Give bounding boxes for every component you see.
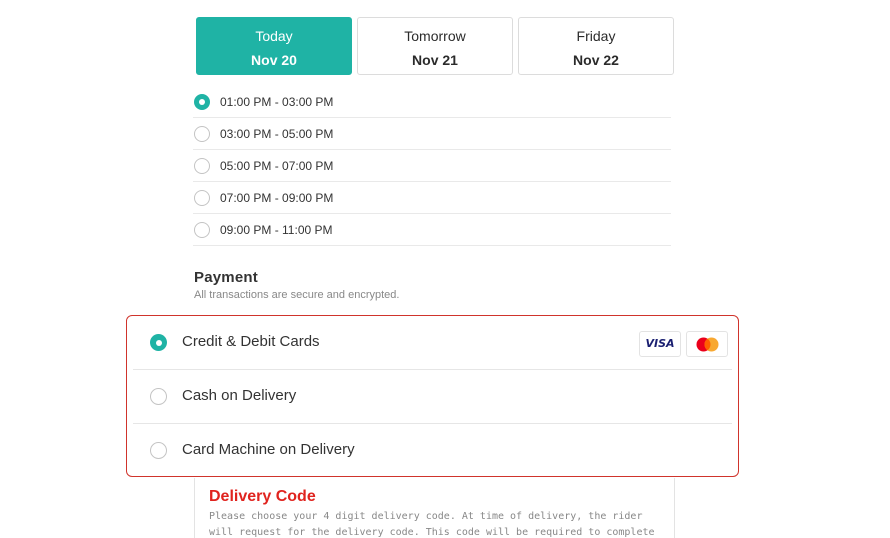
time-slot-option[interactable]: 05:00 PM - 07:00 PM — [193, 150, 671, 182]
radio-unselected-icon[interactable] — [194, 190, 210, 206]
delivery-code-section: Delivery Code Please choose your 4 digit… — [194, 478, 675, 538]
payment-heading: Payment — [194, 269, 258, 286]
radio-unselected-icon[interactable] — [194, 222, 210, 238]
time-slot-label: 03:00 PM - 05:00 PM — [220, 127, 334, 141]
time-slot-label: 09:00 PM - 11:00 PM — [220, 223, 333, 237]
radio-selected-icon[interactable] — [150, 334, 167, 351]
visa-logo-icon: VISA — [639, 331, 681, 357]
delivery-code-description: Please choose your 4 digit delivery code… — [209, 511, 655, 538]
day-name: Tomorrow — [404, 28, 466, 44]
payment-option-cash[interactable]: Cash on Delivery — [133, 370, 732, 424]
time-slot-label: 01:00 PM - 03:00 PM — [220, 95, 334, 109]
time-slot-option[interactable]: 07:00 PM - 09:00 PM — [193, 182, 671, 214]
radio-selected-icon[interactable] — [194, 94, 210, 110]
time-slot-option[interactable]: 09:00 PM - 11:00 PM — [193, 214, 671, 246]
payment-option-label: Card Machine on Delivery — [182, 441, 355, 458]
payment-option-cards[interactable]: Credit & Debit Cards VISA — [133, 316, 732, 370]
time-slot-label: 05:00 PM - 07:00 PM — [220, 159, 334, 173]
day-date: Nov 21 — [412, 52, 458, 68]
radio-unselected-icon[interactable] — [194, 158, 210, 174]
time-slot-option[interactable]: 01:00 PM - 03:00 PM — [193, 86, 671, 118]
radio-unselected-icon[interactable] — [194, 126, 210, 142]
day-tab-today[interactable]: Today Nov 20 — [196, 17, 352, 75]
payment-subtitle: All transactions are secure and encrypte… — [194, 289, 400, 301]
time-slot-option[interactable]: 03:00 PM - 05:00 PM — [193, 118, 671, 150]
day-name: Friday — [576, 28, 616, 44]
payment-option-label: Cash on Delivery — [182, 387, 297, 404]
delivery-day-tabs: Today Nov 20 Tomorrow Nov 21 Friday Nov … — [196, 17, 674, 75]
payment-option-label: Credit & Debit Cards — [182, 333, 320, 350]
time-slot-label: 07:00 PM - 09:00 PM — [220, 191, 334, 205]
payment-options-box: Credit & Debit Cards VISA Cash on Delive… — [126, 315, 739, 477]
day-tab-friday[interactable]: Friday Nov 22 — [518, 17, 674, 75]
day-date: Nov 20 — [251, 52, 297, 68]
payment-option-card-machine[interactable]: Card Machine on Delivery — [133, 424, 732, 478]
radio-unselected-icon[interactable] — [150, 442, 167, 459]
day-date: Nov 22 — [573, 52, 619, 68]
radio-unselected-icon[interactable] — [150, 388, 167, 405]
delivery-code-heading: Delivery Code — [209, 488, 316, 505]
time-slot-list: 01:00 PM - 03:00 PM 03:00 PM - 05:00 PM … — [193, 86, 671, 246]
day-name: Today — [255, 28, 293, 44]
mastercard-logo-icon — [686, 331, 728, 357]
day-tab-tomorrow[interactable]: Tomorrow Nov 21 — [357, 17, 513, 75]
